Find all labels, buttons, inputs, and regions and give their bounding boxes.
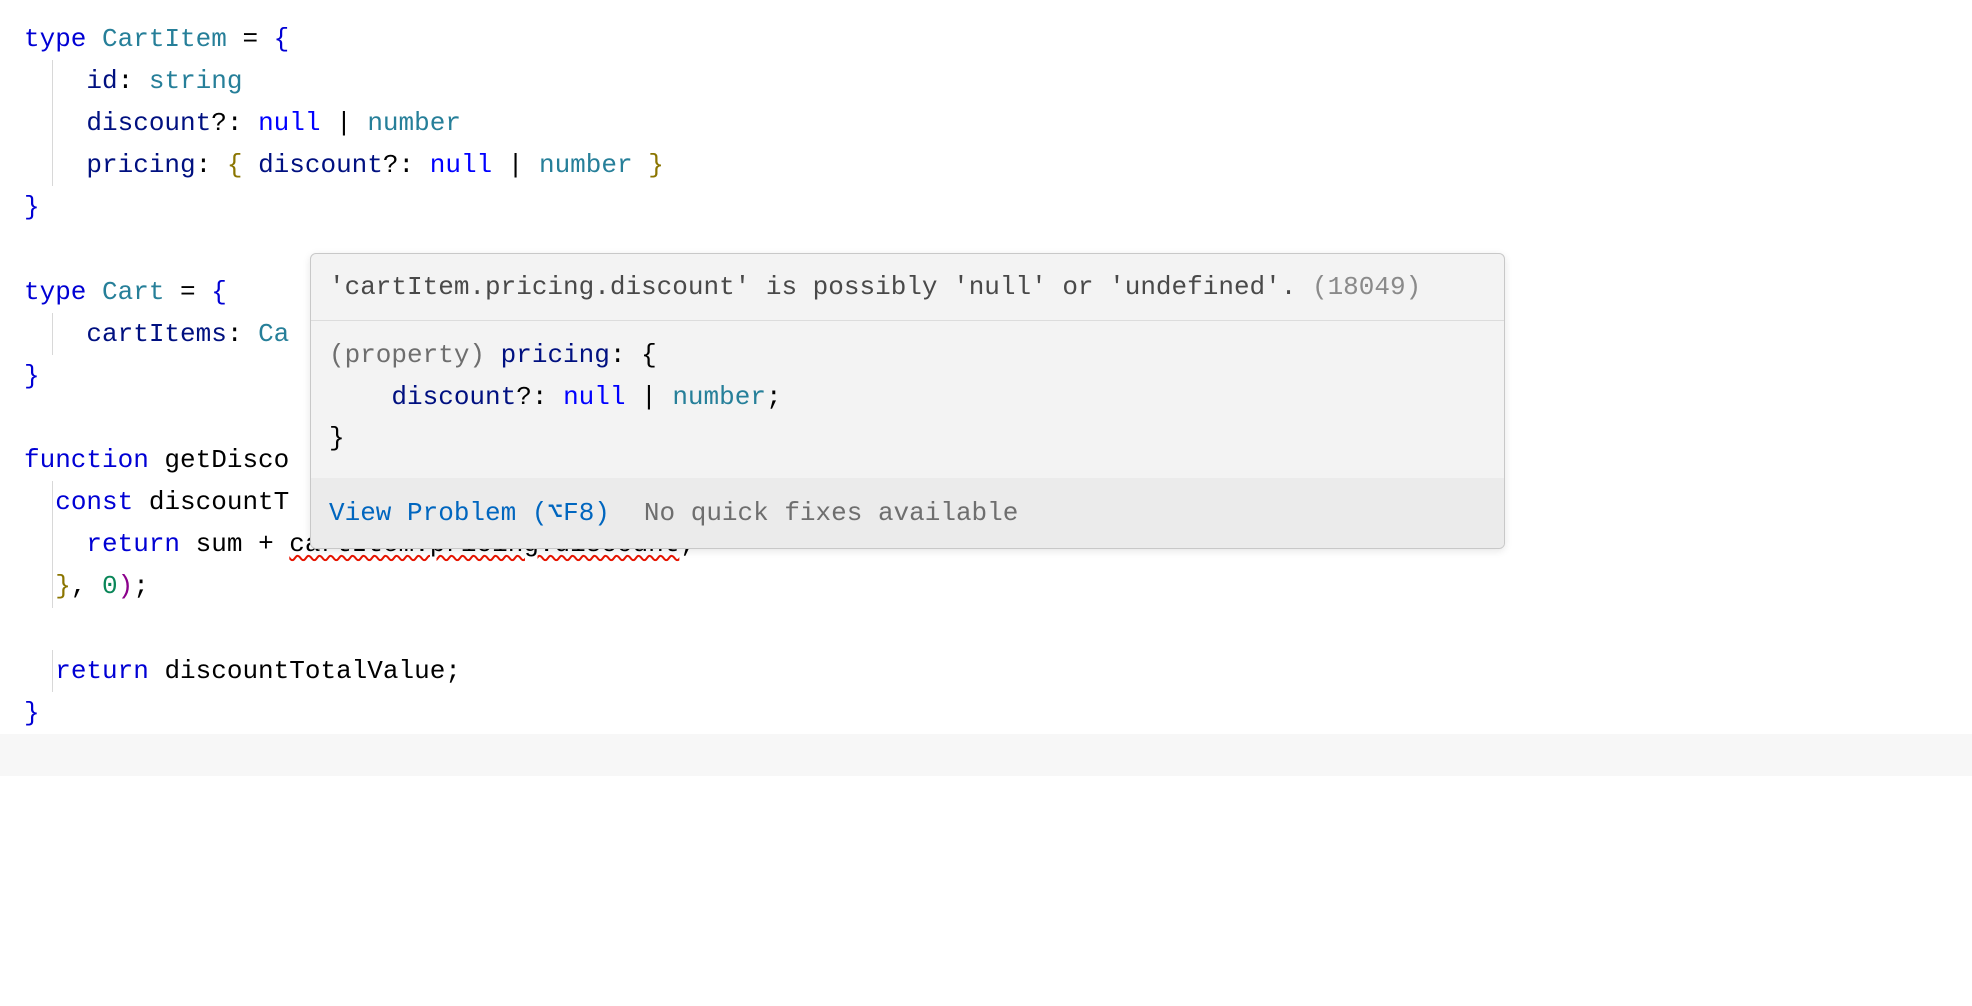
- space: [274, 529, 290, 559]
- property: discount: [86, 108, 211, 138]
- keyword-return: return: [86, 529, 180, 559]
- type-number: number: [539, 150, 633, 180]
- indent-guide: [52, 60, 53, 102]
- indent-guide: [52, 313, 53, 355]
- null-keyword: null: [563, 382, 625, 412]
- view-problem-link[interactable]: View Problem (⌥F8): [329, 492, 610, 534]
- brace-open: {: [227, 150, 243, 180]
- error-message: 'cartItem.pricing.discount' is possibly …: [329, 272, 1296, 302]
- brace-close: }: [55, 571, 71, 601]
- brace-close: }: [633, 150, 664, 180]
- keyword-return: return: [55, 656, 149, 686]
- brace-close: }: [24, 192, 40, 222]
- code-line[interactable]: discount?: null | number: [24, 102, 1948, 144]
- type-info-section: (property) pricing: { discount?: null | …: [311, 321, 1504, 478]
- indent-guide: [52, 523, 53, 565]
- type-string: string: [149, 66, 243, 96]
- property: discount: [391, 382, 516, 412]
- brace-close: }: [24, 361, 40, 391]
- null-keyword: null: [258, 108, 320, 138]
- type-number: number: [367, 108, 461, 138]
- hover-actions: View Problem (⌥F8) No quick fixes availa…: [311, 478, 1504, 548]
- colon: :: [227, 108, 258, 138]
- code-line[interactable]: pricing: { discount?: null | number }: [24, 144, 1948, 186]
- colon: :: [227, 319, 258, 349]
- type-name-partial: Ca: [258, 319, 289, 349]
- error-message-section: 'cartItem.pricing.discount' is possibly …: [311, 254, 1504, 321]
- hover-tooltip: 'cartItem.pricing.discount' is possibly …: [310, 253, 1505, 549]
- colon: :: [118, 66, 149, 96]
- property: pricing: [501, 340, 610, 370]
- keyword-type: type: [24, 24, 86, 54]
- keyword-type: type: [24, 277, 86, 307]
- indent-guide: [52, 144, 53, 186]
- indent-guide: [52, 102, 53, 144]
- code-line[interactable]: return discountTotalValue;: [24, 650, 1948, 692]
- property: cartItems: [86, 319, 226, 349]
- pipe: |: [492, 150, 539, 180]
- variable: sum: [180, 529, 258, 559]
- property: discount: [242, 150, 382, 180]
- indent-guide: [52, 650, 53, 692]
- optional: ?: [516, 382, 532, 412]
- variable: discountTotalValue: [149, 656, 445, 686]
- property: id: [86, 66, 117, 96]
- code-line-empty[interactable]: [24, 608, 1948, 650]
- current-line-highlight[interactable]: [0, 734, 1972, 776]
- type-name: Cart: [102, 277, 164, 307]
- code-line[interactable]: }: [24, 692, 1948, 734]
- error-code: (18049): [1312, 272, 1421, 302]
- indent-guide: [52, 481, 53, 523]
- brace-open: {: [211, 277, 227, 307]
- colon: :: [399, 150, 430, 180]
- function-name-partial: getDisco: [149, 445, 289, 475]
- pipe: |: [626, 382, 673, 412]
- number-literal: 0: [102, 571, 118, 601]
- null-keyword: null: [430, 150, 492, 180]
- keyword-const: const: [55, 487, 133, 517]
- semicolon: ;: [133, 571, 149, 601]
- code-line[interactable]: id: string: [24, 60, 1948, 102]
- variable-partial: discountT: [133, 487, 289, 517]
- code-line[interactable]: }: [24, 186, 1948, 228]
- brace-close: }: [329, 423, 345, 453]
- code-line[interactable]: type CartItem = {: [24, 18, 1948, 60]
- type-name: CartItem: [102, 24, 227, 54]
- paren-close: ): [118, 571, 134, 601]
- keyword-function: function: [24, 445, 149, 475]
- colon: :: [196, 150, 227, 180]
- code-line[interactable]: }, 0);: [24, 565, 1948, 607]
- semicolon: ;: [766, 382, 782, 412]
- optional: ?: [211, 108, 227, 138]
- optional: ?: [383, 150, 399, 180]
- colon: :: [610, 340, 641, 370]
- operator-plus: +: [258, 529, 274, 559]
- brace-open: {: [641, 340, 657, 370]
- brace-close: }: [24, 698, 40, 728]
- semicolon: ;: [445, 656, 461, 686]
- type-number: number: [672, 382, 766, 412]
- no-quick-fix-label: No quick fixes available: [644, 492, 1018, 534]
- colon: :: [532, 382, 563, 412]
- operator: =: [164, 277, 211, 307]
- brace-open: {: [274, 24, 290, 54]
- operator: =: [227, 24, 274, 54]
- type-prefix: (property): [329, 340, 501, 370]
- property: pricing: [86, 150, 195, 180]
- comma: ,: [71, 571, 102, 601]
- pipe: |: [321, 108, 368, 138]
- indent-guide: [52, 565, 53, 607]
